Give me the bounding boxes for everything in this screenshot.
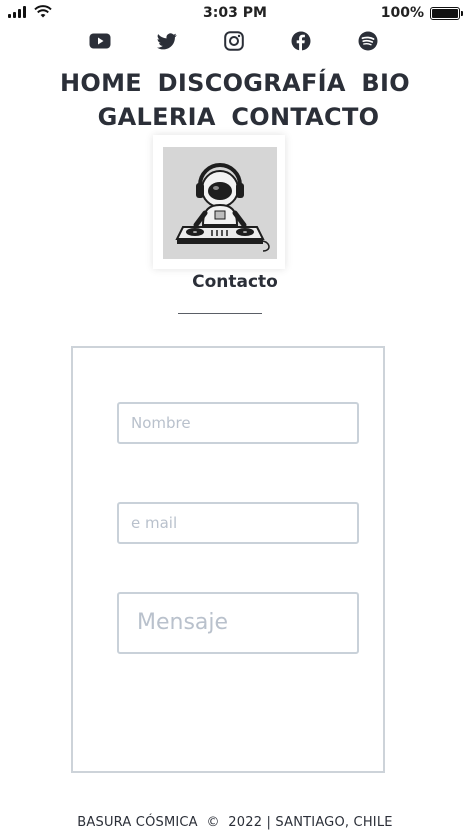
footer-text: BASURA CÓSMICA © 2022 | SANTIAGO, CHILE [77, 815, 393, 830]
battery-percent: 100% [380, 5, 424, 21]
youtube-icon[interactable] [86, 29, 114, 53]
title-divider [178, 313, 262, 314]
main-nav: HOME DISCOGRAFÍA BIO GALERIA CONTACTO [0, 66, 470, 134]
contact-form [71, 346, 385, 773]
spotify-icon[interactable] [354, 29, 382, 53]
facebook-icon[interactable] [287, 29, 315, 53]
nav-item-home[interactable]: HOME [60, 69, 142, 97]
nav-item-contacto[interactable]: CONTACTO [231, 103, 379, 131]
astronaut-dj-image [163, 147, 277, 259]
message-field[interactable] [117, 592, 359, 654]
email-field[interactable] [117, 502, 359, 544]
nav-item-galeria[interactable]: GALERIA [98, 103, 216, 131]
nav-item-discografia[interactable]: DISCOGRAFÍA [158, 69, 346, 97]
status-right: 100% [380, 5, 463, 21]
status-bar: 3:03 PM 100% [0, 0, 470, 28]
twitter-icon[interactable] [153, 29, 181, 53]
name-field[interactable] [117, 402, 359, 444]
instagram-icon[interactable] [220, 29, 248, 53]
battery-icon [430, 6, 463, 20]
nav-item-bio[interactable]: BIO [361, 69, 410, 97]
page-title: Contacto [192, 272, 278, 292]
battery-fill [432, 8, 458, 18]
avatar-card [153, 135, 285, 269]
social-links [86, 28, 382, 54]
